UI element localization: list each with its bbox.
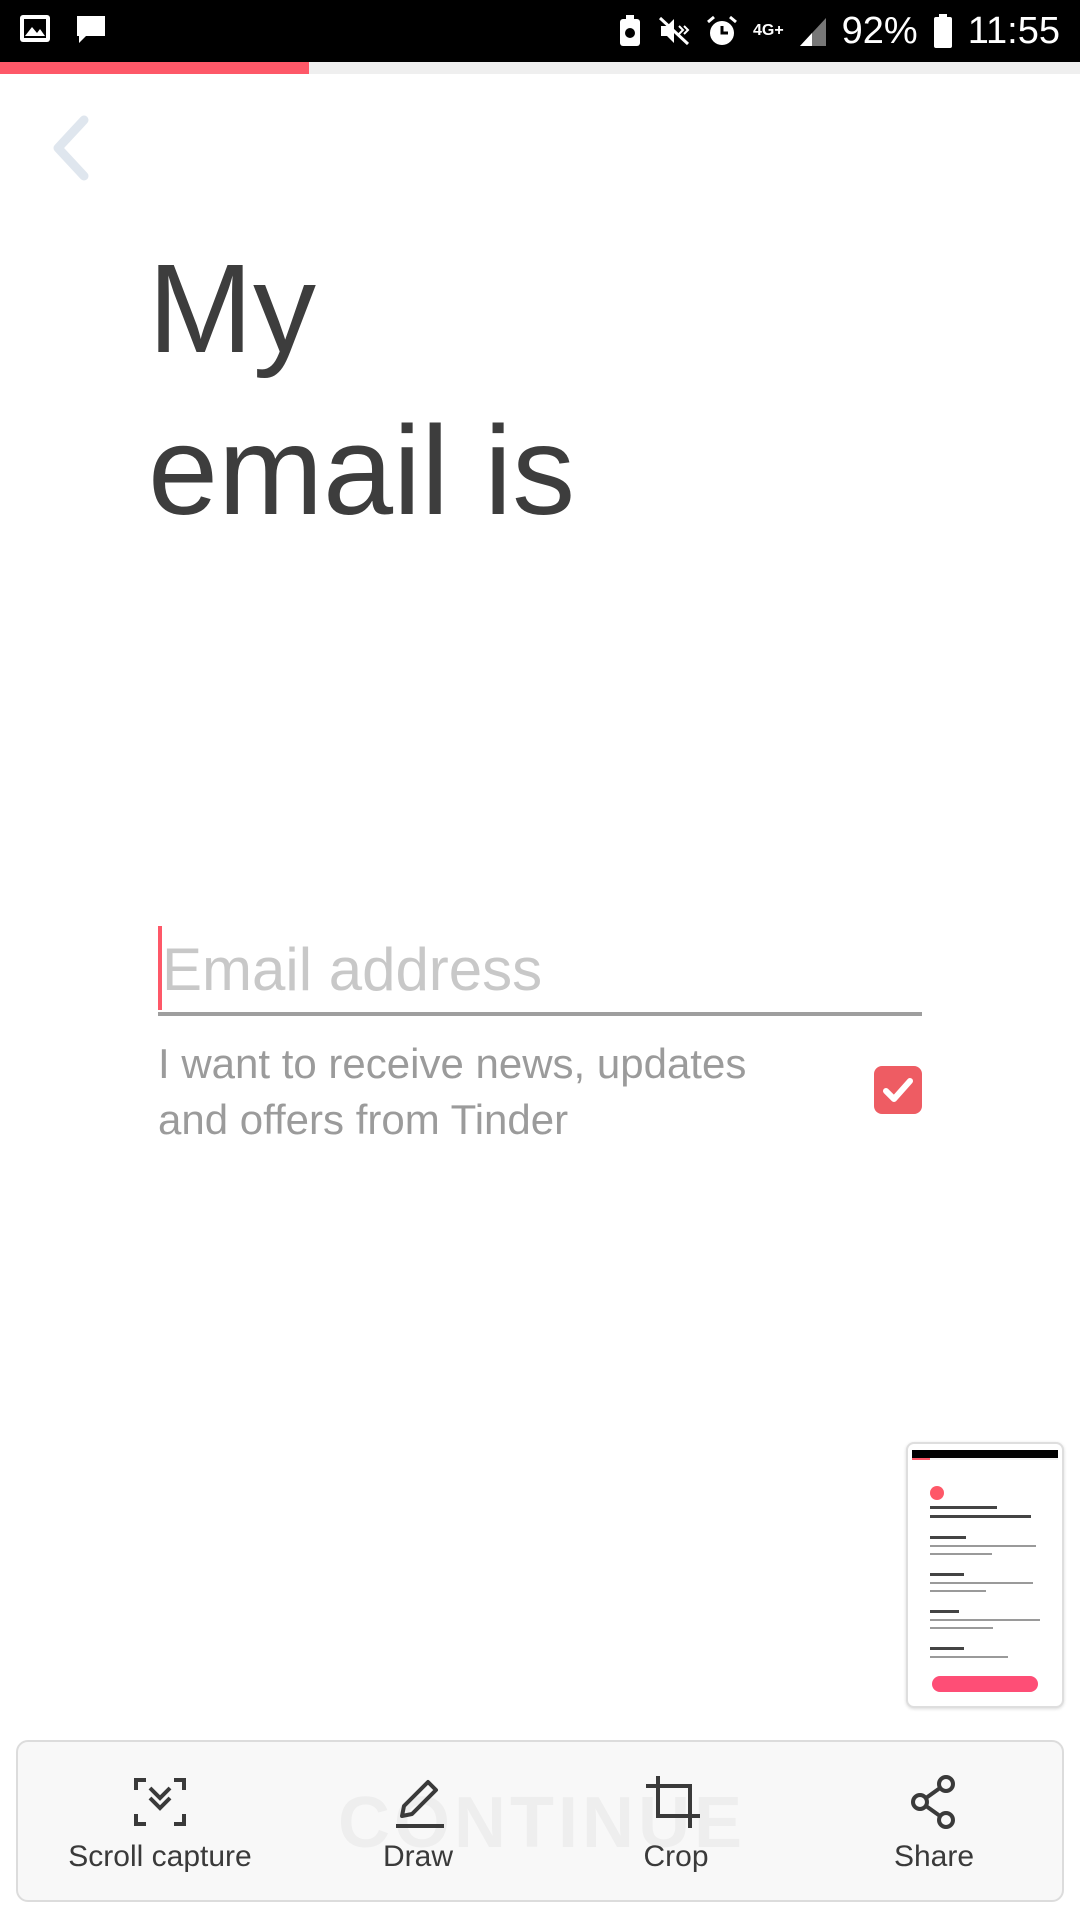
alarm-icon <box>707 15 737 45</box>
text-caret <box>158 926 162 1010</box>
mute-vibrate-icon <box>658 16 690 46</box>
message-icon <box>77 16 105 43</box>
thumbnail-button <box>932 1676 1038 1692</box>
thumbnail-flame-icon <box>930 1486 944 1500</box>
screenshot-thumbnail[interactable] <box>906 1442 1064 1708</box>
share-label: Share <box>893 1840 975 1873</box>
draw-button[interactable]: Draw <box>308 1742 528 1904</box>
thumbnail-progress <box>912 1458 1058 1460</box>
page-title-line-1: My <box>148 238 316 379</box>
email-field[interactable] <box>158 924 922 1014</box>
battery-icon <box>933 14 952 48</box>
scroll-capture-label: Scroll capture <box>68 1840 252 1873</box>
thumbnail-status-bar <box>912 1450 1058 1458</box>
crop-label: Crop <box>643 1840 709 1873</box>
scroll-capture-icon <box>134 1778 186 1826</box>
signal-icon <box>799 18 826 46</box>
thumbnail-content <box>930 1506 1042 1664</box>
crop-icon <box>646 1776 700 1828</box>
email-field-container <box>158 924 922 1016</box>
crop-button[interactable]: Crop <box>566 1742 786 1904</box>
chevron-left-icon <box>53 115 89 181</box>
gallery-icon <box>20 15 50 42</box>
share-button[interactable]: Share <box>824 1742 1044 1904</box>
page-title: My email is <box>148 228 575 552</box>
pen-icon <box>396 1780 444 1828</box>
draw-label: Draw <box>382 1840 453 1873</box>
onboarding-progress-fill <box>0 62 309 74</box>
onboarding-progress <box>0 62 1080 74</box>
scroll-capture-button[interactable]: Scroll capture <box>50 1742 270 1904</box>
checkmark-icon <box>883 1078 913 1102</box>
share-icon <box>911 1775 955 1829</box>
screenshot-toolbar: CONTINUE Scroll capture Draw Crop Share <box>16 1740 1064 1902</box>
optin-label: I want to receive news, updates and offe… <box>158 1040 747 1143</box>
status-bar: 4G+ 92% 11:55 <box>0 0 1080 62</box>
clock: 11:55 <box>967 9 1060 52</box>
email-field-underline <box>158 1012 922 1016</box>
optin-checkbox[interactable] <box>874 1066 922 1114</box>
back-button[interactable] <box>44 112 104 184</box>
network-type: 4G+ <box>752 22 784 39</box>
battery-percent: 92% <box>841 9 918 52</box>
page-title-line-2: email is <box>148 400 576 541</box>
battery-saver-icon <box>619 15 640 46</box>
